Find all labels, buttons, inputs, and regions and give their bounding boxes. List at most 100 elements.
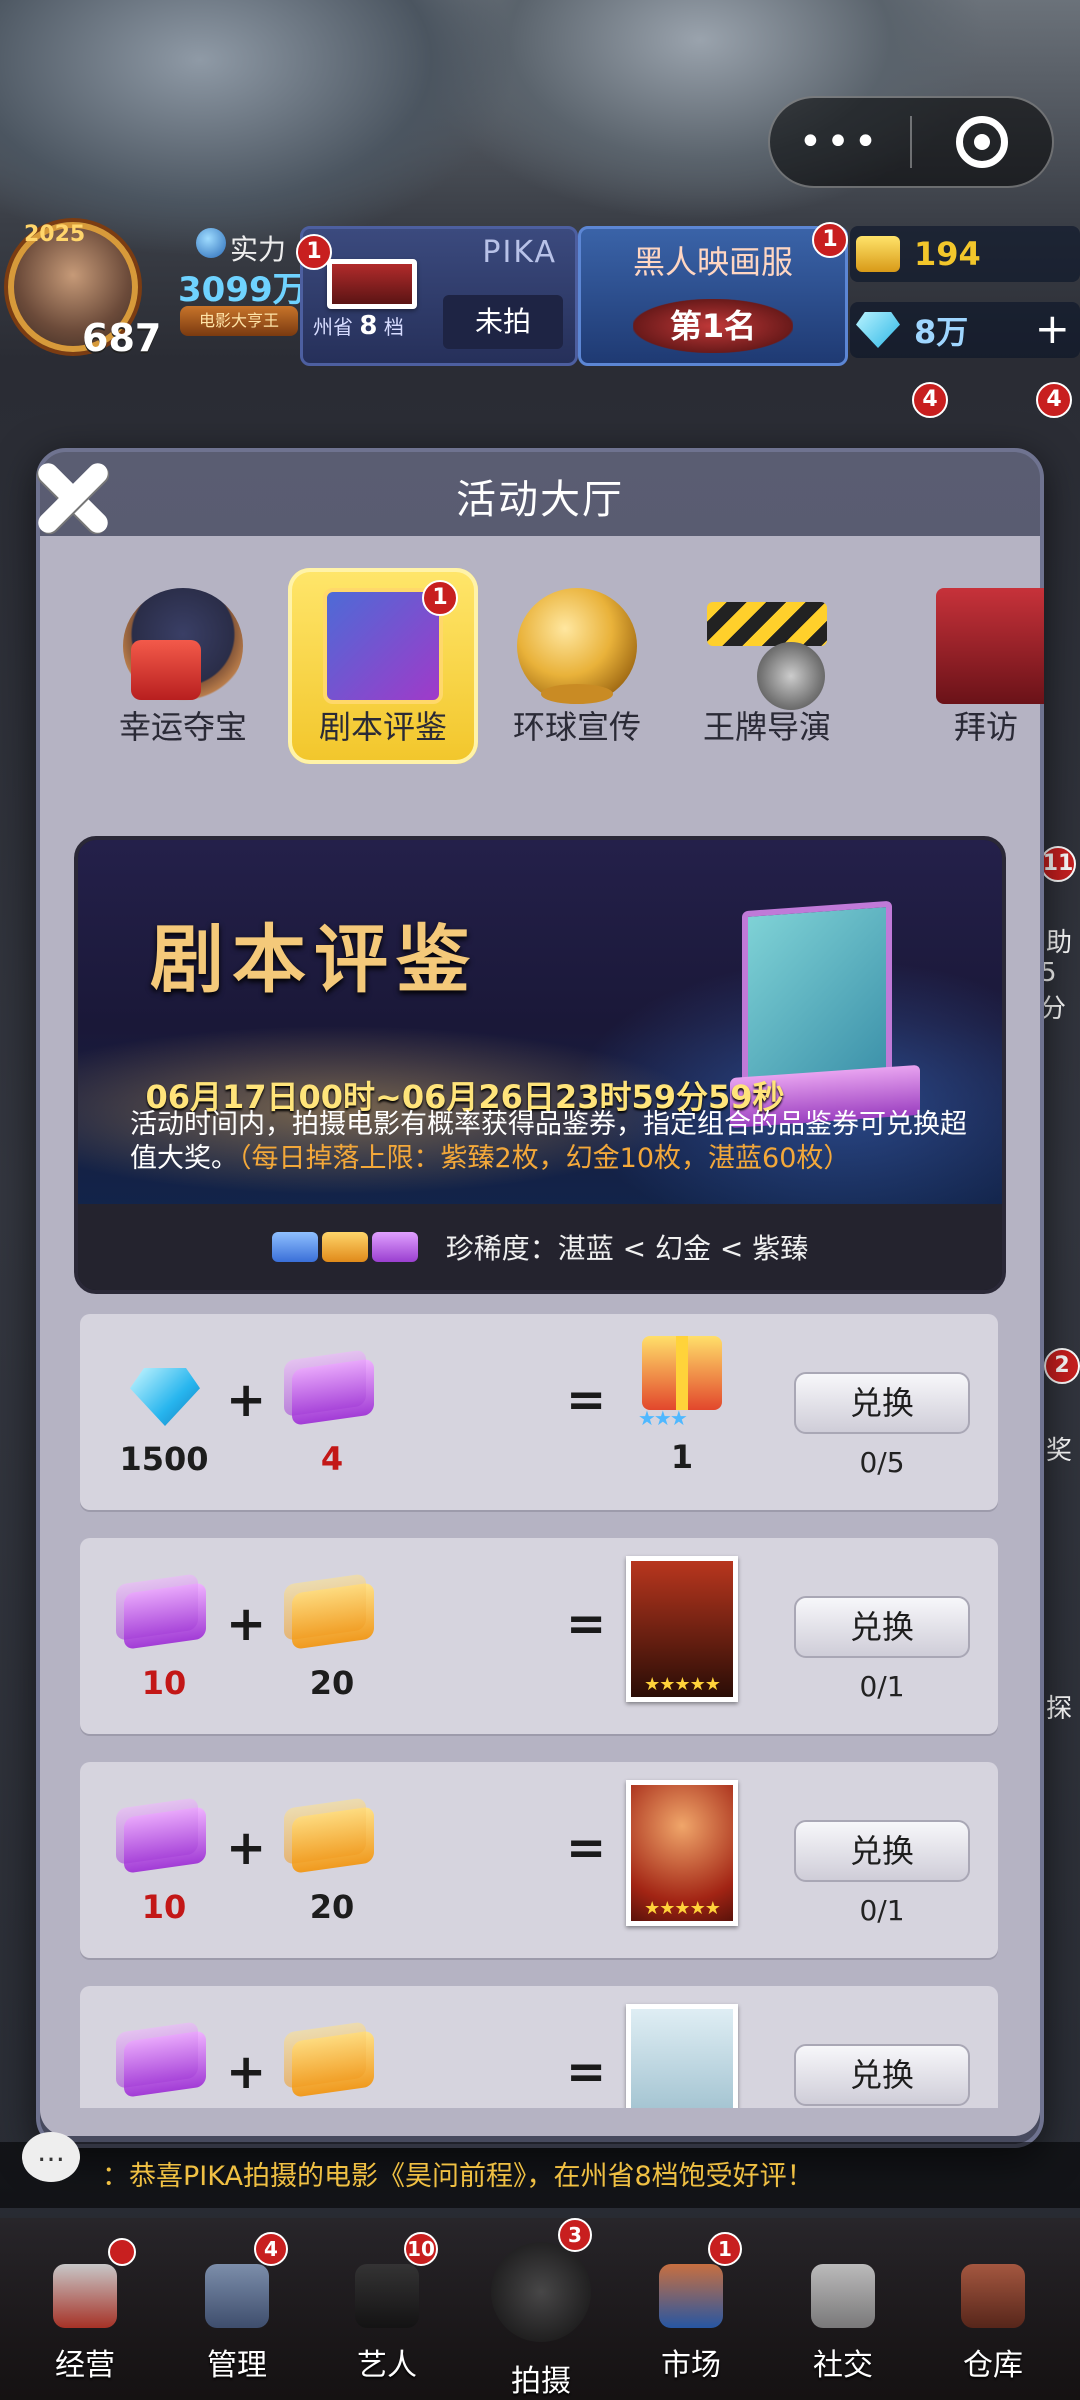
clapperboard-icon: [707, 602, 827, 710]
nav-label: 市场: [661, 2348, 721, 2383]
nav-label: 管理: [207, 2348, 267, 2383]
movie-poster-icon: ★★★★★: [626, 1556, 738, 1702]
plus-sign: +: [226, 1372, 267, 1428]
purple-ticket-icon: [124, 1806, 206, 1874]
equals-sign: =: [566, 1820, 607, 1876]
exchange-list[interactable]: 1500 + 4 = ★★★ 1 兑换 0/5 10 + 20 = ★★★★★ …: [80, 1314, 998, 2108]
market-icon: [659, 2264, 723, 2328]
rarity-text: 珍稀度：湛蓝 < 幻金 < 紫臻: [445, 1232, 809, 1265]
social-icon: [811, 2264, 875, 2328]
globe-trophy-icon: [517, 588, 637, 704]
exchange-button[interactable]: 兑换: [794, 1372, 970, 1434]
nav-warehouse[interactable]: 仓库: [928, 2218, 1058, 2400]
exchange-limit: 0/1: [859, 1894, 905, 1927]
purple-ticket-cost: [116, 2030, 212, 2106]
five-stars-icon: ★★★★★: [644, 1674, 721, 1695]
movie-poster-icon: ★★★★★: [626, 1780, 738, 1926]
title-badge: 电影大亨王: [180, 306, 298, 336]
movie-rank: 第1名: [633, 299, 793, 353]
five-stars-icon: ★★★★★: [644, 1898, 721, 1919]
purple-ticket-icon: [124, 2030, 206, 2098]
tab-label: 王牌导演: [702, 708, 831, 746]
nav-market[interactable]: 1 市场: [626, 2218, 756, 2400]
tab-global-promo[interactable]: 环球宣传: [482, 568, 672, 764]
player-studio-panel[interactable]: PIKA 州省 8 档 未拍: [300, 226, 578, 366]
more-menu-icon[interactable]: •••: [770, 119, 910, 165]
tab-label: 剧本评鉴: [318, 708, 447, 746]
gold-ticket-icon: [292, 1806, 374, 1874]
movie-notice-badge: 1: [812, 222, 848, 258]
drop-limit-note: （每日掉落上限：紫臻2枚，幻金10枚，湛蓝60枚）: [238, 1143, 851, 1174]
exchange-button[interactable]: 兑换: [794, 1820, 970, 1882]
studio-shoot-state: 未拍: [443, 295, 563, 349]
gem-count: 8万: [914, 313, 969, 351]
movie-poster-icon: [626, 2004, 738, 2108]
film-camera-icon: [491, 2242, 591, 2342]
chat-icon[interactable]: …: [22, 2132, 80, 2182]
nav-business[interactable]: 经营: [20, 2218, 150, 2400]
movie-ranking-panel[interactable]: 黑人映画服 第1名: [578, 226, 848, 366]
banner-title: 剧本评鉴: [150, 917, 478, 1003]
purple-ticket-icon: [124, 1582, 206, 1650]
side-help-time: 5分: [1040, 958, 1067, 1024]
tab-ace-director[interactable]: 王牌导演: [672, 568, 862, 764]
reward-count: 1: [670, 1438, 694, 1476]
side-prize-label: 奖: [1046, 1436, 1073, 1466]
add-gems-icon[interactable]: +: [1035, 308, 1070, 350]
power-value: 3099万: [178, 270, 307, 310]
nav-dot: [108, 2238, 136, 2266]
side-badge-2: 2: [1044, 1348, 1080, 1384]
exchange-button[interactable]: 兑换: [794, 1596, 970, 1658]
studio-notice-badge: 1: [296, 234, 332, 270]
exchange-row: 10 + 20 = ★★★★★ 兑换 0/1: [80, 1538, 998, 1734]
plus-sign: +: [226, 1820, 267, 1876]
studio-poster-thumb: [327, 259, 417, 309]
popcorn-icon: [53, 2264, 117, 2328]
avatar-year-tag: 2025: [24, 222, 86, 247]
gold-ticket-icon: [292, 1582, 374, 1650]
nav-badge: 10: [404, 2232, 438, 2266]
nav-artists[interactable]: 10 艺人: [322, 2218, 452, 2400]
gold-ticket-cost: [284, 2030, 380, 2106]
bottom-nav: 经营 4 管理 10 艺人 3 拍摄 1 市场 社交 仓库: [0, 2218, 1080, 2400]
tab-label: 幸运夺宝: [118, 708, 247, 746]
gold-ticket-cost: 20: [284, 1582, 380, 1702]
gold-ticket-cost: 20: [284, 1806, 380, 1926]
reward-poster: ★★★★★: [626, 1556, 738, 1702]
ticket-resource[interactable]: 194: [850, 226, 1080, 282]
tab-label: 拜访: [953, 708, 1018, 746]
side-shoot-label: 探: [1046, 1694, 1073, 1724]
miniprogram-capsule[interactable]: •••: [768, 96, 1054, 188]
nav-shoot[interactable]: 3 拍摄: [476, 2218, 606, 2400]
studio-province: 州省 8 档: [313, 311, 404, 341]
exchange-button[interactable]: 兑换: [794, 2044, 970, 2106]
gem-resource[interactable]: 8万 +: [850, 302, 1080, 358]
close-modal-button[interactable]: [28, 452, 118, 542]
purple-ticket-cost: 10: [116, 1582, 212, 1702]
event-banner: 剧本评鉴 06月17日00时~06月26日23时59分59秒 活动时间内，拍摄电…: [74, 836, 1006, 1294]
nav-label: 艺人: [357, 2348, 417, 2383]
equals-sign: =: [566, 1372, 607, 1428]
tab-badge: 1: [422, 580, 458, 616]
rarity-bar: 珍稀度：湛蓝 < 幻金 < 紫臻: [78, 1204, 1002, 1290]
nav-badge: 3: [558, 2218, 592, 2252]
tab-script-review[interactable]: 1 剧本评鉴: [288, 568, 478, 764]
nav-social[interactable]: 社交: [778, 2218, 908, 2400]
gift-box-icon: [642, 1336, 722, 1410]
nav-manage[interactable]: 4 管理: [172, 2218, 302, 2400]
ticket-icon: [856, 236, 900, 272]
purple-ticket-icon: [292, 1358, 374, 1426]
artist-icon: [355, 2264, 419, 2328]
plus-sign: +: [226, 2044, 267, 2100]
nav-label: 仓库: [963, 2348, 1023, 2383]
close-program-button[interactable]: [912, 116, 1052, 168]
ticker-message: ：恭喜PIKA拍摄的电影《昊问前程》，在州省8档饱受好评！: [102, 2161, 814, 2192]
plus-sign: +: [226, 1596, 267, 1652]
blue-stars-icon: ★★★: [638, 1406, 688, 1430]
event-description: 活动时间内，拍摄电影有概率获得品鉴券，指定组合的品鉴券可兑换超值大奖。（每日掉落…: [130, 1109, 967, 1174]
news-ticker: ：恭喜PIKA拍摄的电影《昊问前程》，在州省8档饱受好评！: [0, 2142, 1080, 2208]
gem-icon: [130, 1368, 200, 1426]
tab-lucky-treasure[interactable]: 幸运夺宝: [88, 568, 278, 764]
nav-label: 社交: [813, 2348, 873, 2383]
tab-visit[interactable]: 拜访: [936, 568, 1044, 764]
